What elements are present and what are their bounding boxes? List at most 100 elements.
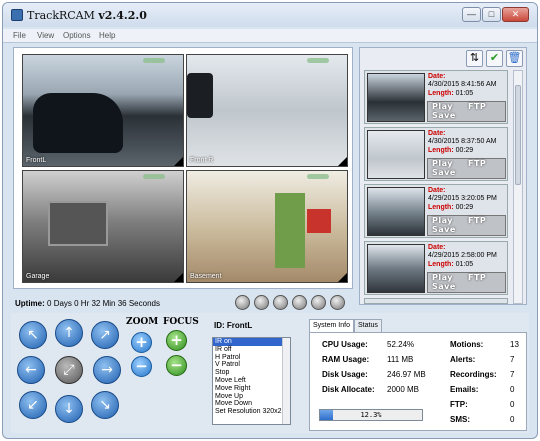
camera-id-label: ID:	[214, 321, 225, 330]
scrollbar-thumb[interactable]	[515, 85, 521, 185]
counter-label: Recordings:	[450, 370, 497, 379]
command-item[interactable]: Move Left	[213, 377, 290, 385]
menu-file[interactable]: File	[13, 31, 26, 40]
tab-system-info[interactable]: System Info	[309, 319, 354, 333]
focus-out-button[interactable]: −	[166, 355, 187, 376]
save-button[interactable]: Save	[432, 111, 456, 120]
recording-item[interactable]: Date: 4/30/2015 8:41:56 AM Length: 01:05…	[364, 70, 508, 124]
sort-button[interactable]: ⇅	[466, 50, 483, 67]
recordings-scrollbar[interactable]	[513, 70, 523, 304]
play-button[interactable]: Play	[432, 273, 453, 282]
zoom-out-button[interactable]: −	[131, 356, 152, 377]
pan-down-button[interactable]: ↓	[55, 395, 83, 423]
command-item[interactable]: V Patrol	[213, 361, 290, 369]
recording-actions: Play FTP Save	[427, 101, 506, 122]
pan-left-button[interactable]: ←	[17, 356, 45, 384]
camera-label: FrontL	[26, 157, 47, 164]
camera-icon[interactable]	[235, 295, 250, 310]
menu-help[interactable]: Help	[99, 31, 115, 40]
play-button[interactable]: Play	[432, 102, 453, 111]
system-info-panel: CPU Usage: 52.24% RAM Usage: 111 MB Disk…	[309, 332, 527, 431]
mail-icon[interactable]	[273, 295, 288, 310]
status-indicator	[307, 58, 329, 63]
pan-down-right-button[interactable]: ↘	[91, 391, 119, 419]
recording-item[interactable]: Date: 4/29/2015 3:20:05 PM Length: 00:29…	[364, 184, 508, 238]
command-item[interactable]: IR off	[213, 346, 290, 354]
camera-feed-frontr[interactable]: Front R	[186, 54, 348, 167]
ftp-button[interactable]: FTP	[468, 159, 486, 168]
status-indicator	[307, 174, 329, 179]
recording-length: 00:29	[455, 147, 474, 154]
resize-corner	[174, 273, 183, 282]
ftp-button[interactable]: FTP	[468, 102, 486, 111]
app-icon	[11, 9, 23, 21]
maximize-button[interactable]: □	[482, 7, 501, 22]
circle-icon[interactable]	[254, 295, 269, 310]
recording-item[interactable]: Date: 4/29/2015 2:58:00 PM Length: 01:05…	[364, 241, 508, 295]
status-indicator	[143, 58, 165, 63]
minimize-button[interactable]: —	[462, 7, 481, 22]
status-indicator	[143, 174, 165, 179]
command-item[interactable]: Move Right	[213, 385, 290, 393]
signal-icon[interactable]	[330, 295, 345, 310]
pan-up-button[interactable]: ↑	[55, 319, 83, 347]
command-item[interactable]: Set Resolution 320x2	[213, 408, 290, 416]
recording-item[interactable]	[364, 298, 508, 304]
control-area: ↖ ↑ ↗ ← ⤢ → ↙ ↓ ↘ ZOOM FOCUS + + − − ID:…	[11, 313, 529, 433]
pan-center-button[interactable]: ⤢	[55, 356, 83, 384]
ftp-button[interactable]: FTP	[468, 216, 486, 225]
resize-corner	[174, 157, 183, 166]
pan-up-left-button[interactable]: ↖	[19, 321, 47, 349]
ftp-button[interactable]: FTP	[468, 273, 486, 282]
recording-date: 4/30/2015 8:37:50 AM	[428, 138, 497, 145]
menu-bar: File View Options Help	[3, 29, 537, 43]
command-item[interactable]: Stop	[213, 369, 290, 377]
save-button[interactable]: Save	[432, 225, 456, 234]
camera-feed-frontl[interactable]: FrontL	[22, 54, 184, 167]
command-item[interactable]: Move Down	[213, 400, 290, 408]
pan-down-left-button[interactable]: ↙	[19, 391, 47, 419]
date-label: Date:	[428, 187, 446, 194]
triangle-icon[interactable]	[311, 295, 326, 310]
counter-value: 7	[510, 355, 515, 364]
command-list[interactable]: IR on IR off H Patrol V Patrol Stop Move…	[212, 337, 291, 425]
recording-thumbnail[interactable]	[367, 244, 425, 293]
command-item[interactable]: H Patrol	[213, 354, 290, 362]
counter-label: Alerts:	[450, 355, 476, 364]
play-button[interactable]: Play	[432, 159, 453, 168]
close-button[interactable]: ✕	[502, 7, 529, 22]
command-list-scrollbar[interactable]	[282, 338, 290, 424]
recordings-panel: ⇅ ✔ 🗑 Date: 4/30/2015 8:41:56 AM Length:…	[359, 47, 527, 305]
command-item[interactable]: Move Up	[213, 393, 290, 401]
disk-label: Disk Usage:	[322, 370, 368, 379]
pan-up-right-button[interactable]: ↗	[91, 321, 119, 349]
camera-feed-garage[interactable]: Garage	[22, 170, 184, 283]
command-item[interactable]: IR on	[213, 338, 290, 346]
focus-in-button[interactable]: +	[166, 330, 187, 351]
play-button[interactable]: Play	[432, 216, 453, 225]
recording-actions: Play FTP Save	[427, 158, 506, 179]
camera-feed-basement[interactable]: Basement	[186, 170, 348, 283]
ram-value: 111 MB	[387, 355, 414, 364]
uptime-value: 0 Days 0 Hr 32 Min 36 Seconds	[47, 299, 160, 308]
app-window: TrackRCAM v2.4.2.0 — □ ✕ File View Optio…	[2, 2, 538, 439]
pan-right-button[interactable]: →	[93, 356, 121, 384]
recording-item[interactable]: Date: 4/30/2015 8:37:50 AM Length: 00:29…	[364, 127, 508, 181]
camera-id: ID: FrontL	[214, 321, 252, 330]
recording-thumbnail[interactable]	[367, 130, 425, 179]
recording-thumbnail[interactable]	[367, 73, 425, 122]
menu-view[interactable]: View	[37, 31, 54, 40]
counter-value: 0	[510, 400, 515, 409]
save-button[interactable]: Save	[432, 168, 456, 177]
menu-options[interactable]: Options	[63, 31, 91, 40]
save-button[interactable]: Save	[432, 282, 456, 291]
delete-button[interactable]: 🗑	[506, 50, 523, 67]
recording-date: 4/29/2015 2:58:00 PM	[428, 252, 497, 259]
confirm-button[interactable]: ✔	[486, 50, 503, 67]
recording-thumbnail[interactable]	[367, 187, 425, 236]
recording-length: 01:05	[455, 90, 474, 97]
lightning-icon[interactable]	[292, 295, 307, 310]
zoom-in-button[interactable]: +	[131, 332, 152, 353]
tab-status[interactable]: Status	[354, 319, 382, 332]
recording-actions: Play FTP Save	[427, 215, 506, 236]
